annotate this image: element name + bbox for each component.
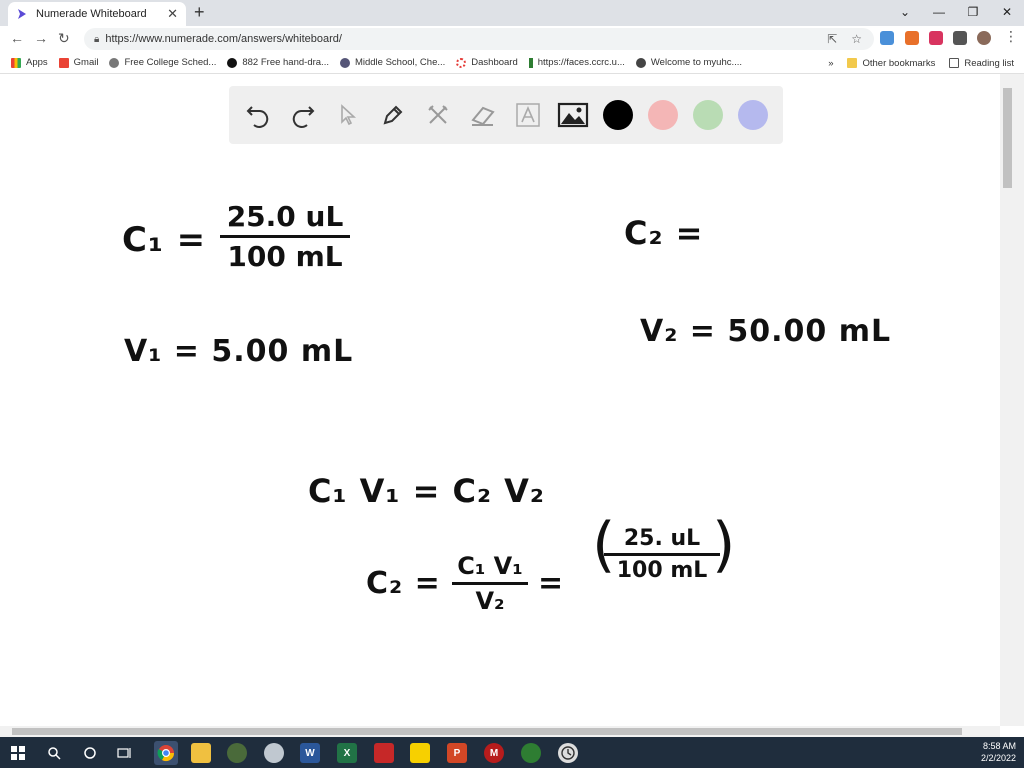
c1-label: C₁ = — [122, 220, 207, 260]
site-icon — [227, 57, 238, 68]
globe-icon — [635, 57, 646, 68]
bookmark-apps[interactable]: Apps — [11, 57, 48, 68]
v1-value: V₁ = 5.00 mL — [124, 334, 354, 369]
new-tab-button[interactable]: + — [194, 2, 205, 22]
substituted-fraction: 25. uL 100 mL — [604, 526, 720, 583]
browser-toolbar: ← → ↻ 🔒︎ https://www.numerade.com/answer… — [0, 26, 1024, 52]
equals-sign: = — [538, 566, 565, 601]
whiteboard-area[interactable]: C₁ = 25.0 uL 100 mL C₂ = V₁ = 5.00 mL V₂… — [0, 74, 1000, 726]
bookmarks-right: » Other bookmarks Reading list — [828, 52, 1014, 74]
gmail-icon — [58, 57, 69, 68]
forward-arrow-icon[interactable]: → — [34, 30, 48, 46]
lock-icon: 🔒︎ — [94, 33, 100, 45]
v2-value: V₂ = 50.00 mL — [640, 314, 892, 349]
bookmarks-bar: Apps Gmail Free College Sched... 882 Fre… — [0, 52, 1024, 74]
menu-dots-icon[interactable]: ⋮ — [1004, 28, 1018, 45]
extension-ib-icon[interactable] — [929, 31, 943, 45]
c2-solve-label: C₂ = — [366, 566, 441, 601]
chrome-taskbar-icon[interactable] — [154, 741, 178, 765]
clock-app-icon[interactable] — [558, 743, 578, 763]
horizontal-scrollbar[interactable] — [0, 726, 1000, 737]
gear-app-icon[interactable] — [227, 743, 247, 763]
extension-k-icon[interactable] — [905, 31, 919, 45]
windows-taskbar: W X P M 8:58 AM 2/2/2022 — [0, 737, 1024, 768]
tab-strip: Numerade Whiteboard ✕ + ⌄ — ❐ ✕ — [0, 0, 1024, 26]
windows-start-icon[interactable] — [8, 743, 28, 763]
paint-icon[interactable] — [264, 743, 284, 763]
star-bookmark-icon[interactable]: ☆ — [851, 32, 862, 46]
url-text[interactable]: https://www.numerade.com/answers/whitebo… — [105, 33, 342, 45]
bookmark-faces[interactable]: https://faces.ccrc.u... — [528, 57, 625, 68]
tab-numerade-whiteboard[interactable]: Numerade Whiteboard ✕ — [8, 2, 186, 26]
dilution-equation: C₁ V₁ = C₂ V₂ — [308, 472, 545, 510]
bookmark-middle-school[interactable]: Middle School, Che... — [339, 57, 445, 68]
powerpoint-icon[interactable]: P — [447, 743, 467, 763]
substituted-numerator: 25. uL — [604, 526, 720, 556]
share-icon[interactable]: ⇱ — [827, 32, 837, 46]
extensions-puzzle-icon[interactable] — [953, 31, 967, 45]
bookmark-hand-drawn[interactable]: 882 Free hand-dra... — [227, 57, 329, 68]
atom-icon — [339, 57, 350, 68]
minimize-button[interactable]: — — [922, 0, 956, 26]
apps-grid-icon — [11, 57, 21, 68]
c2-denominator: V₂ — [475, 587, 505, 615]
pdf-icon[interactable] — [374, 743, 394, 763]
sticky-notes-icon[interactable] — [410, 743, 430, 763]
excel-icon[interactable]: X — [337, 743, 357, 763]
tab-close-icon[interactable]: ✕ — [167, 6, 178, 22]
profile-avatar[interactable] — [977, 31, 991, 45]
c2-label: C₂ = — [624, 214, 704, 252]
word-icon[interactable]: W — [300, 743, 320, 763]
reading-list[interactable]: Reading list — [949, 58, 1014, 69]
dashboard-icon — [456, 57, 467, 68]
f-icon — [528, 57, 533, 68]
reading-list-icon — [949, 58, 960, 68]
clock-time: 8:58 AM — [982, 741, 1016, 751]
c2-numerator: C₁ V₁ — [452, 552, 528, 585]
search-icon[interactable] — [44, 743, 64, 763]
file-explorer-icon[interactable] — [191, 743, 211, 763]
substituted-denominator: 100 mL — [616, 558, 708, 583]
horizontal-scroll-thumb[interactable] — [12, 728, 962, 735]
system-clock[interactable]: 8:58 AM 2/2/2022 — [981, 740, 1016, 764]
folder-icon — [847, 58, 858, 68]
bookmark-dashboard[interactable]: Dashboard — [456, 57, 518, 68]
back-arrow-icon[interactable]: ← — [10, 30, 24, 46]
restore-button[interactable]: ❐ — [956, 0, 990, 26]
tab-search-icon[interactable]: ⌄ — [888, 0, 922, 26]
more-bookmarks-chevron-icon[interactable]: » — [828, 58, 833, 69]
c2-fraction: C₁ V₁ V₂ — [452, 552, 528, 615]
task-view-icon[interactable] — [115, 743, 135, 763]
handwriting-canvas[interactable]: C₁ = 25.0 uL 100 mL C₂ = V₁ = 5.00 mL V₂… — [0, 74, 1000, 726]
bookmark-myuhc[interactable]: Welcome to myuhc.... — [635, 57, 742, 68]
extension-doc-icon[interactable] — [880, 31, 894, 45]
cortana-icon[interactable] — [80, 743, 100, 763]
window-controls: ⌄ — ❐ ✕ — [888, 0, 1024, 26]
reload-icon[interactable]: ↻ — [58, 30, 70, 47]
numerade-logo-icon — [18, 9, 26, 19]
bookmark-college-schedule[interactable]: Free College Sched... — [109, 57, 216, 68]
address-bar[interactable]: 🔒︎ https://www.numerade.com/answers/whit… — [84, 28, 874, 50]
clock-date: 2/2/2022 — [980, 753, 1016, 763]
c1-fraction: 25.0 uL 100 mL — [220, 200, 350, 273]
other-bookmarks[interactable]: Other bookmarks — [847, 58, 935, 69]
green-app-icon[interactable] — [521, 743, 541, 763]
c1-numerator: 25.0 uL — [220, 200, 350, 238]
c1-denominator: 100 mL — [227, 240, 343, 273]
bookmark-gmail[interactable]: Gmail — [58, 57, 98, 68]
close-window-button[interactable]: ✕ — [990, 0, 1024, 26]
right-paren: ) — [712, 510, 737, 580]
tab-title: Numerade Whiteboard — [36, 8, 147, 20]
m-app-icon[interactable]: M — [484, 743, 504, 763]
globe-icon — [109, 57, 120, 68]
vertical-scroll-thumb[interactable] — [1003, 88, 1012, 188]
vertical-scrollbar[interactable] — [1000, 74, 1024, 726]
